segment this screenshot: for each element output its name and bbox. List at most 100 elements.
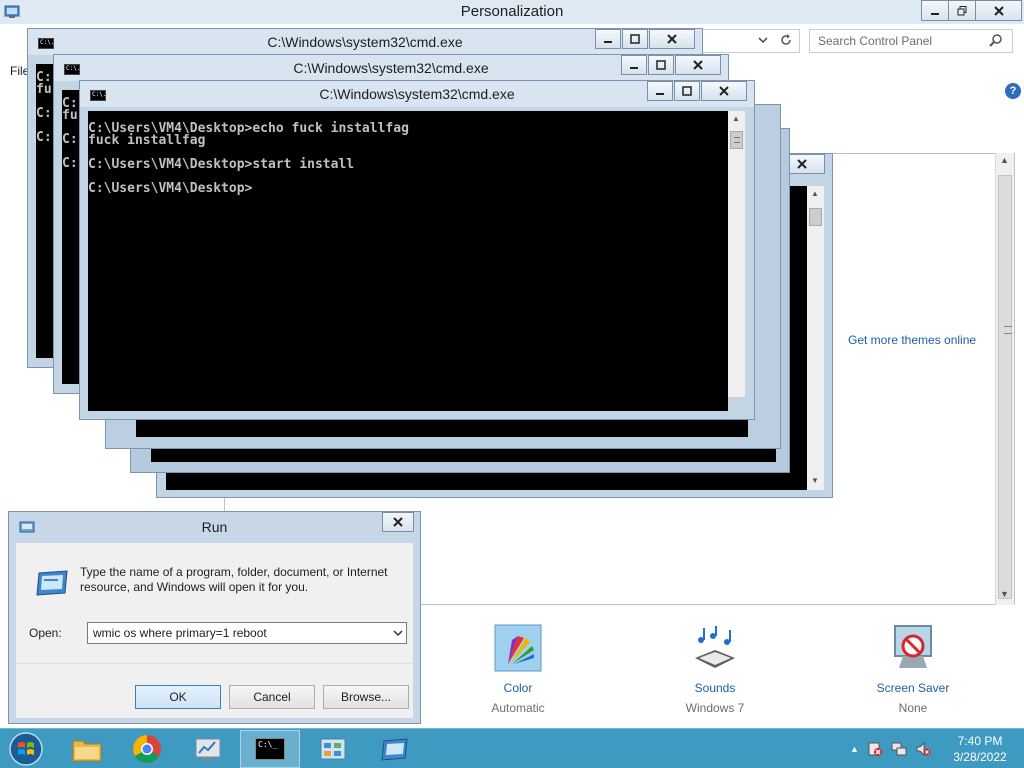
windows-start-icon [9, 732, 43, 766]
chevron-down-icon[interactable] [755, 32, 771, 48]
taskbar: C:\_ ▲ 7:40 PM 3/28/2022 [0, 728, 1024, 768]
server-manager-icon [195, 738, 221, 760]
screen-saver-icon [894, 625, 932, 668]
close-button[interactable] [649, 29, 695, 49]
run-taskbar-icon [381, 738, 408, 761]
maximize-button[interactable] [622, 29, 648, 49]
close-icon [693, 60, 703, 70]
close-icon [667, 34, 677, 44]
minimize-button[interactable] [647, 81, 673, 101]
scrollbar-thumb[interactable] [730, 131, 743, 149]
run-program-icon [36, 570, 68, 596]
close-button[interactable] [975, 0, 1022, 21]
taskbar-server-manager[interactable] [178, 730, 238, 768]
screen-saver-item[interactable]: Screen Saver None [853, 624, 973, 715]
run-dialog: Run Type the name of a program, folder, … [8, 511, 421, 724]
taskbar-file-explorer[interactable] [57, 730, 117, 768]
tray-expand-icon[interactable]: ▲ [850, 744, 859, 754]
console-scrollbar[interactable]: ▲ ▼ [807, 186, 824, 490]
open-label: Open: [29, 626, 62, 640]
grip-icon [1004, 326, 1012, 334]
sounds-item[interactable]: Sounds Windows 7 [655, 624, 775, 715]
close-icon [797, 159, 807, 169]
themes-scrollbar[interactable]: ▲ ▼ [995, 153, 1014, 605]
help-icon[interactable]: ? [1005, 83, 1021, 99]
taskbar-control-panel[interactable] [303, 730, 363, 768]
sounds-icon [695, 626, 735, 668]
grip-icon [734, 137, 740, 143]
minimize-button[interactable] [921, 0, 949, 21]
maximize-icon [682, 86, 692, 96]
taskbar-chrome[interactable] [117, 730, 177, 768]
console-line: C: [62, 132, 78, 147]
clock[interactable]: 7:40 PM 3/28/2022 [945, 733, 1015, 765]
get-more-themes-link[interactable]: Get more themes online [848, 333, 976, 347]
network-icon[interactable] [891, 741, 907, 757]
chrome-icon [133, 735, 161, 763]
console[interactable]: C:\Users\VM4\Desktop>echo fuck installfa… [88, 111, 728, 411]
scrollbar-thumb[interactable] [809, 208, 822, 226]
folder-icon [72, 740, 102, 762]
search-icon[interactable] [989, 33, 1003, 47]
close-button[interactable] [382, 512, 414, 532]
cmd-window-front[interactable]: C:\. C:\Windows\system32\cmd.exe C:\User… [79, 80, 755, 420]
scroll-up-arrow-icon[interactable]: ▲ [811, 189, 819, 198]
cancel-button[interactable]: Cancel [229, 685, 315, 709]
maximize-button[interactable] [674, 81, 700, 101]
restore-button[interactable] [948, 0, 976, 21]
scroll-down-arrow-icon[interactable]: ▼ [811, 476, 819, 485]
scroll-down-arrow-icon[interactable]: ▼ [1000, 589, 1009, 599]
close-button[interactable] [675, 55, 721, 75]
restore-icon [957, 5, 967, 15]
scrollbar-thumb[interactable] [998, 175, 1012, 599]
taskbar-cmd[interactable]: C:\_ [240, 730, 300, 768]
screen-saver-label: Screen Saver [876, 681, 950, 695]
window-title: Personalization [460, 3, 564, 20]
sounds-sub: Windows 7 [685, 701, 745, 715]
minimize-icon [656, 93, 664, 95]
console-line: fu [36, 82, 52, 97]
ok-button[interactable]: OK [135, 685, 221, 709]
search-input[interactable]: Search Control Panel [809, 29, 1013, 53]
color-sub: Automatic [491, 701, 545, 715]
maximize-button[interactable] [648, 55, 674, 75]
minimize-button[interactable] [621, 55, 647, 75]
sounds-label: Sounds [694, 681, 736, 695]
clock-date: 3/28/2022 [953, 750, 1007, 764]
system-tray: ▲ [850, 741, 931, 757]
console-line: C: [62, 156, 78, 171]
console-output: C:\Users\VM4\Desktop>echo fuck installfa… [88, 121, 409, 196]
cmd-taskbar-icon: C:\_ [255, 738, 285, 760]
scroll-up-arrow-icon[interactable]: ▲ [732, 114, 740, 123]
start-button[interactable] [0, 730, 52, 768]
color-item[interactable]: Color Automatic [458, 624, 578, 715]
run-titlebar[interactable]: Run [9, 512, 420, 542]
action-center-warning-icon[interactable] [867, 741, 883, 757]
screen-saver-sub: None [898, 701, 928, 715]
chevron-down-icon[interactable] [393, 628, 403, 638]
maximize-icon [630, 34, 640, 44]
volume-muted-icon[interactable] [915, 741, 931, 757]
personalization-titlebar[interactable]: Personalization [0, 0, 1024, 24]
console-scrollbar[interactable]: ▲ [728, 111, 745, 397]
color-palette-icon [494, 624, 542, 672]
close-icon [993, 5, 1004, 16]
clock-time: 7:40 PM [957, 734, 1003, 748]
browse-button[interactable]: Browse... [323, 685, 409, 709]
console-line: C: [36, 130, 52, 145]
refresh-icon[interactable] [778, 32, 794, 48]
minimize-icon [604, 41, 612, 43]
minimize-button[interactable] [595, 29, 621, 49]
control-panel-icon [320, 738, 346, 760]
run-body: Type the name of a program, folder, docu… [16, 543, 413, 718]
color-label: Color [503, 681, 533, 695]
close-icon [719, 86, 729, 96]
console-line: C: [36, 106, 52, 121]
taskbar-run[interactable] [365, 730, 425, 768]
run-title: Run [201, 519, 228, 535]
scroll-up-arrow-icon[interactable]: ▲ [1000, 155, 1009, 165]
console-line: fu [62, 108, 78, 123]
minimize-icon [931, 12, 939, 15]
open-input[interactable]: wmic os where primary=1 reboot [87, 622, 407, 644]
close-button[interactable] [701, 81, 747, 101]
